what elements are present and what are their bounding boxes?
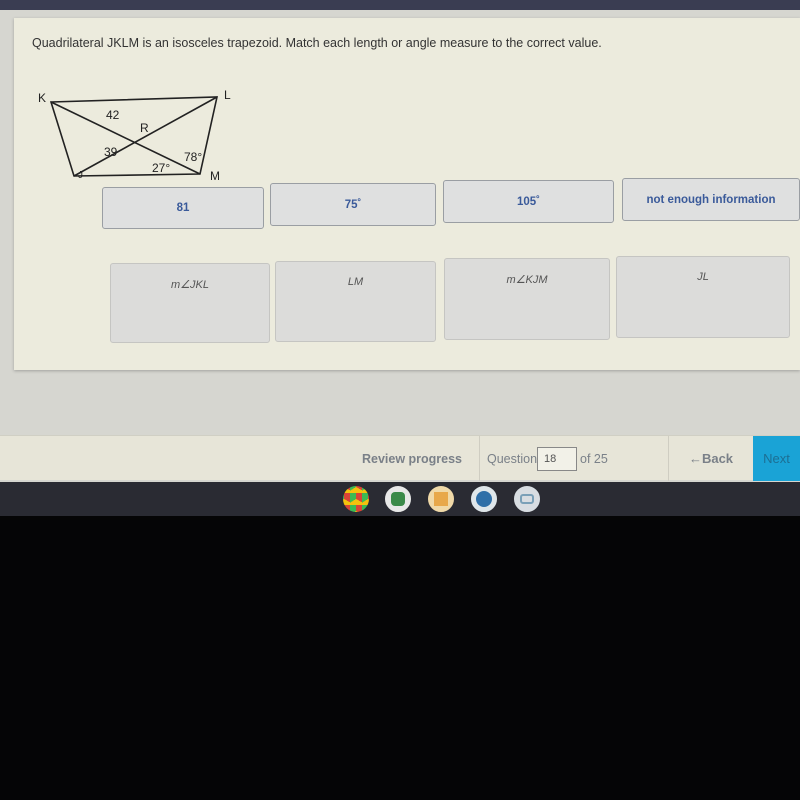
navigation-bar: Review progress Question 18 of 25 ← Back … bbox=[0, 435, 800, 481]
diagonal-jl bbox=[73, 96, 218, 177]
question-prompt: Quadrilateral JKLM is an isosceles trape… bbox=[32, 36, 602, 50]
review-progress-button[interactable]: Review progress bbox=[345, 436, 480, 481]
question-total: of 25 bbox=[580, 451, 608, 466]
target-m-angle-kjm[interactable]: m∠KJM bbox=[444, 258, 610, 340]
next-button[interactable]: Next bbox=[753, 436, 800, 481]
label-jr: 39 bbox=[104, 145, 118, 159]
answer-tile-75[interactable]: 75˚ bbox=[270, 183, 436, 226]
vertex-l: L bbox=[224, 88, 231, 102]
backpack-app-icon[interactable] bbox=[385, 486, 411, 512]
trapezoid-shape bbox=[49, 96, 219, 177]
target-jl[interactable]: JL bbox=[616, 256, 790, 338]
question-number-input[interactable]: 18 bbox=[537, 447, 577, 471]
top-bar bbox=[0, 0, 800, 10]
notes-app-icon[interactable] bbox=[428, 486, 454, 512]
answer-tile-81[interactable]: 81 bbox=[102, 187, 264, 229]
vertex-m: M bbox=[210, 169, 220, 183]
label-angle-27: 27° bbox=[152, 161, 170, 175]
label-angle-78: 78° bbox=[184, 150, 202, 164]
answer-tile-not-enough-info[interactable]: not enough information bbox=[622, 178, 800, 221]
question-label: Question bbox=[487, 451, 538, 466]
screen: Quadrilateral JKLM is an isosceles trape… bbox=[0, 0, 800, 482]
center-r: R bbox=[140, 121, 149, 135]
target-m-angle-jkl[interactable]: m∠JKL bbox=[110, 263, 270, 343]
gray-app-icon[interactable] bbox=[514, 486, 540, 512]
label-kr: 42 bbox=[106, 108, 120, 122]
taskbar bbox=[0, 482, 800, 516]
chrome-icon[interactable] bbox=[343, 486, 369, 512]
trapezoid-diagram: K L M J R 42 39 27° 78° bbox=[38, 88, 231, 183]
arrow-left-icon: ← bbox=[688, 451, 702, 466]
target-lm[interactable]: LM bbox=[275, 261, 436, 342]
vertex-j: J bbox=[78, 170, 83, 181]
back-label: Back bbox=[701, 451, 734, 466]
diagonal-km bbox=[50, 101, 201, 175]
vertex-k: K bbox=[38, 91, 46, 105]
answer-tile-105[interactable]: 105˚ bbox=[443, 180, 614, 223]
blue-app-icon[interactable] bbox=[471, 486, 497, 512]
back-button[interactable]: ← Back bbox=[668, 436, 753, 481]
